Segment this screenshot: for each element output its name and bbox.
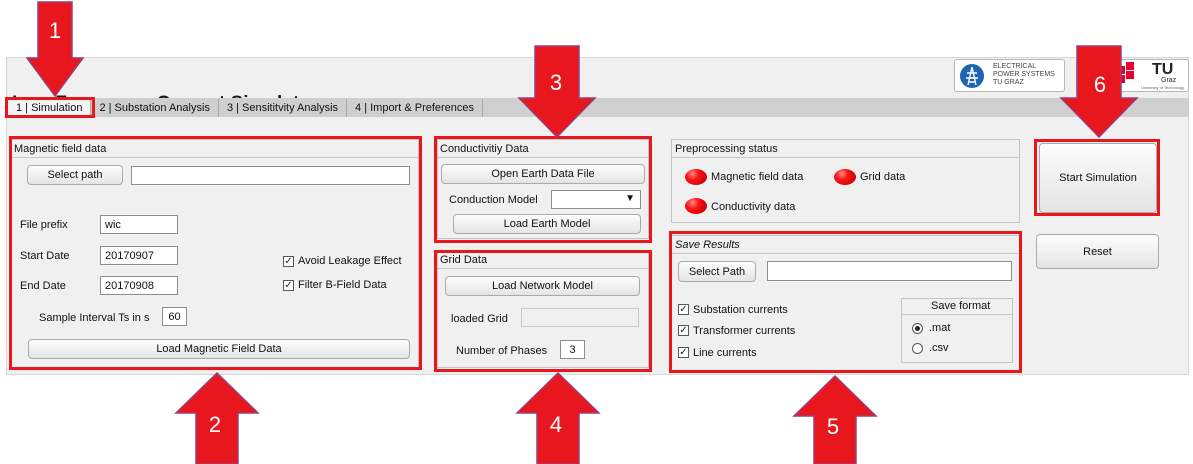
magnetic-status-label: Magnetic field data — [711, 171, 804, 183]
arrow-down-icon — [25, 1, 85, 98]
magnetic-status-led — [685, 169, 707, 185]
eps-logo-line-2: POWER SYSTEMS — [993, 71, 1055, 78]
annotation-number-5: 5 — [826, 414, 840, 439]
tu-logo-subtitle: University of Technology — [1141, 85, 1185, 90]
pylon-icon — [960, 64, 984, 88]
highlight-box-magnetic — [9, 136, 422, 370]
highlight-box-tab — [5, 97, 95, 118]
conductivity-status-led — [685, 198, 707, 214]
grid-status-label: Grid data — [860, 171, 906, 183]
eps-logo: ELECTRICAL POWER SYSTEMS TU GRAZ — [954, 59, 1065, 92]
reset-button[interactable]: Reset — [1036, 234, 1159, 269]
preprocessing-title: Preprocessing status — [675, 143, 778, 155]
tu-logo-graz: Graz — [1161, 77, 1177, 84]
annotation-number-2: 2 — [208, 412, 222, 437]
highlight-box-start — [1034, 139, 1160, 216]
annotation-number-6: 6 — [1093, 72, 1107, 97]
tab-substation-analysis[interactable]: 2 | Substation Analysis — [91, 99, 219, 117]
annotation-number-1: 1 — [48, 18, 62, 43]
highlight-box-grid — [434, 250, 652, 372]
conductivity-status-label: Conductivity data — [711, 201, 796, 213]
highlight-box-conductivity — [434, 136, 652, 243]
grid-status-led — [834, 169, 856, 185]
eps-logo-line-1: ELECTRICAL — [993, 63, 1037, 70]
eps-logo-line-3: TU GRAZ — [993, 79, 1024, 86]
annotation-number-3: 3 — [549, 70, 563, 95]
tab-import-preferences[interactable]: 4 | Import & Preferences — [347, 99, 484, 117]
tab-sensitivity-analysis[interactable]: 3 | Sensititvity Analysis — [219, 99, 348, 117]
highlight-box-save — [669, 231, 1022, 373]
annotation-number-4: 4 — [549, 412, 563, 437]
preprocessing-divider — [672, 157, 1019, 158]
